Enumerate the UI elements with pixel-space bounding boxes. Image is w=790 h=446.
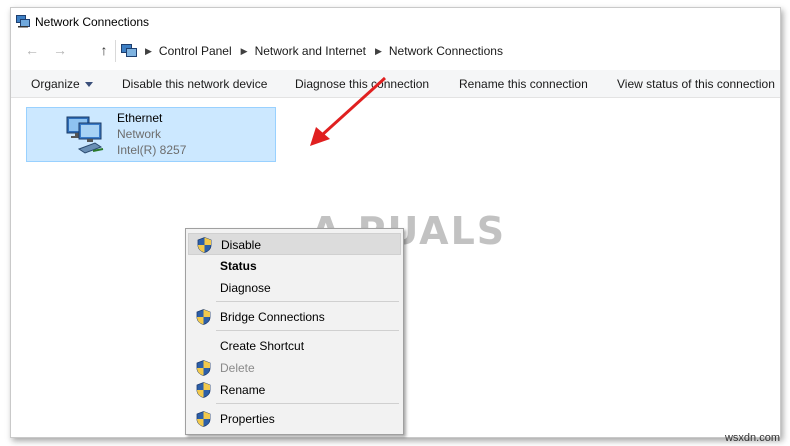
address-bar: ← → ↑ ▶ Control Panel ▶ Network and Inte… <box>11 38 780 64</box>
title-bar: Network Connections <box>11 8 780 34</box>
organize-label: Organize <box>31 77 80 91</box>
menu-separator <box>216 330 399 331</box>
uac-shield-icon <box>196 411 211 427</box>
menu-item-bridge-connections[interactable]: Bridge Connections <box>188 306 401 328</box>
menu-item-label: Properties <box>220 412 275 426</box>
menu-item-label: Diagnose <box>220 281 271 295</box>
diagnose-connection-button[interactable]: Diagnose this connection <box>295 77 429 91</box>
menu-item-disable[interactable]: Disable <box>188 233 401 255</box>
view-status-button[interactable]: View status of this connection <box>617 77 775 91</box>
network-connections-app-icon <box>16 15 30 28</box>
up-arrow-icon[interactable]: ↑ <box>95 41 113 59</box>
control-panel-icon <box>121 44 137 57</box>
menu-separator <box>216 301 399 302</box>
menu-item-status[interactable]: Status <box>188 255 401 277</box>
breadcrumb-control-panel[interactable]: Control Panel <box>159 44 232 58</box>
connection-status: Network <box>117 127 162 141</box>
uac-shield-icon <box>196 309 211 325</box>
menu-item-label: Create Shortcut <box>220 339 305 353</box>
breadcrumb-separator: ▶ <box>374 45 382 56</box>
menu-item-label: Bridge Connections <box>220 310 325 324</box>
ethernet-connection-item[interactable]: Ethernet Network Intel(R) 82579 <box>26 107 276 162</box>
menu-item-create-shortcut[interactable]: Create Shortcut <box>188 335 401 357</box>
menu-item-properties[interactable]: Properties <box>188 408 401 430</box>
menu-item-label: Disable <box>221 238 262 252</box>
disable-network-device-button[interactable]: Disable this network device <box>122 77 267 91</box>
connection-name: Ethernet <box>117 111 163 125</box>
menu-item-label: Status <box>220 259 257 273</box>
network-connections-window: Network Connections ← → ↑ ▶ Control Pane… <box>10 7 781 438</box>
connection-adapter: Intel(R) 82579 <box>117 143 187 157</box>
back-arrow-icon[interactable]: ← <box>23 41 41 59</box>
uac-shield-icon <box>196 360 211 376</box>
menu-item-delete: Delete <box>188 357 401 379</box>
window-title: Network Connections <box>35 15 150 29</box>
uac-shield-icon <box>196 382 211 398</box>
menu-item-label: Rename <box>220 383 266 397</box>
breadcrumb-network-connections[interactable]: Network Connections <box>389 44 503 58</box>
uac-shield-icon <box>197 237 212 253</box>
forward-arrow-icon[interactable]: → <box>51 41 69 59</box>
chevron-down-icon <box>84 82 93 88</box>
breadcrumb-network-and-internet[interactable]: Network and Internet <box>255 44 366 58</box>
rename-connection-button[interactable]: Rename this connection <box>459 77 588 91</box>
menu-item-diagnose[interactable]: Diagnose <box>188 277 401 299</box>
corner-watermark: wsxdn.com <box>724 432 780 444</box>
breadcrumb-separator: ▶ <box>145 45 152 56</box>
breadcrumb[interactable]: ▶ Control Panel ▶ Network and Internet ▶… <box>115 40 776 62</box>
menu-item-label: Delete <box>220 361 255 375</box>
menu-item-rename[interactable]: Rename <box>188 379 401 401</box>
breadcrumb-separator: ▶ <box>240 45 248 56</box>
command-bar: Organize Disable this network device Dia… <box>11 70 780 98</box>
organize-menu-button[interactable]: Organize <box>31 77 93 91</box>
ethernet-adapter-icon <box>66 116 104 154</box>
menu-separator <box>216 403 399 404</box>
context-menu: Disable Status Diagnose Bridge Connections C… <box>185 228 404 435</box>
connections-list: Ethernet Network Intel(R) 82579 A PUALS … <box>11 99 780 437</box>
